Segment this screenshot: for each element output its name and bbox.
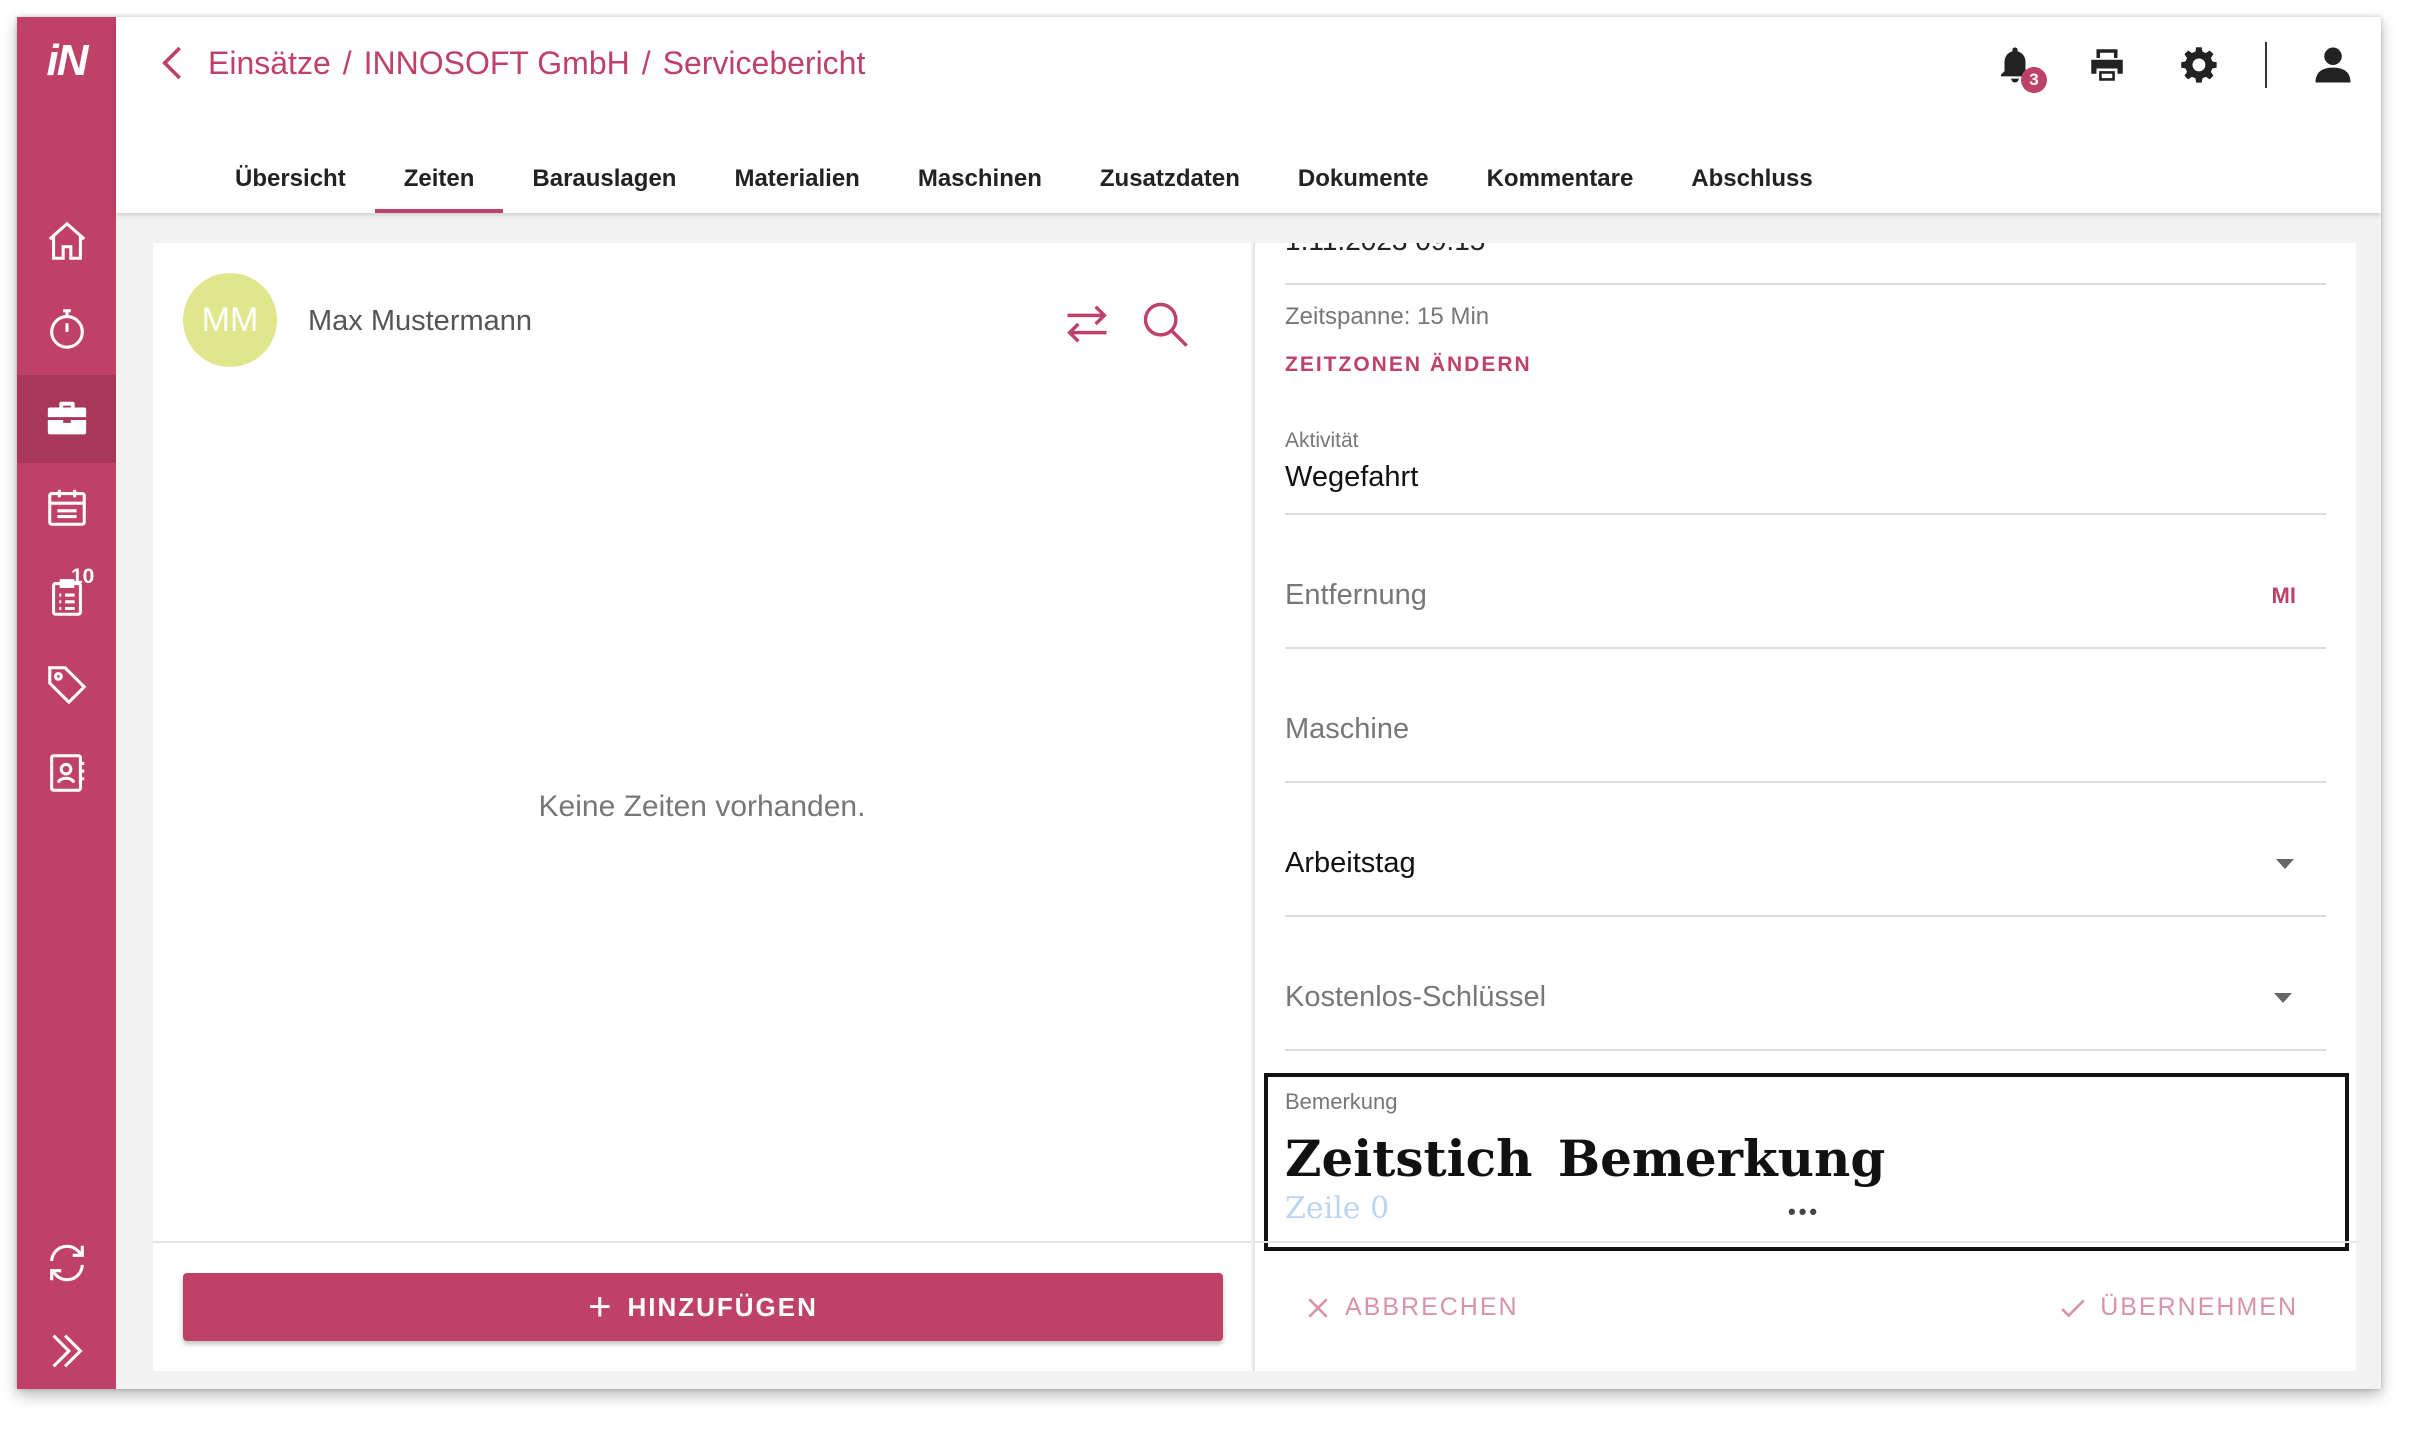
tab-dokumente[interactable]: Dokumente	[1269, 147, 1458, 213]
cancel-button[interactable]: ABBRECHEN	[1305, 1293, 1519, 1322]
sidebar-item-tags[interactable]	[17, 641, 116, 729]
home-icon	[48, 221, 85, 260]
app-window: iN 10 Einsätze / INNOSOFT GmbH / Service…	[17, 17, 2381, 1389]
calendar-icon	[47, 489, 86, 526]
avatar[interactable]: MM	[183, 273, 277, 367]
contact-book-icon	[49, 754, 84, 792]
change-timezones-link[interactable]: ZEITZONEN ÄNDERN	[1285, 353, 1532, 377]
tab-zusatzdaten[interactable]: Zusatzdaten	[1071, 147, 1269, 213]
tab-maschinen[interactable]: Maschinen	[889, 147, 1071, 213]
header-actions: 3	[1949, 39, 2359, 93]
machine-input[interactable]: Maschine	[1285, 713, 1409, 746]
remark-label: Bemerkung	[1285, 1089, 1398, 1114]
breadcrumb: Einsätze / INNOSOFT GmbH / Serviceberich…	[156, 43, 865, 83]
tab-bar: Übersicht Zeiten Barauslagen Materialien…	[206, 147, 1842, 213]
user-name: Max Mustermann	[308, 305, 533, 337]
print-button[interactable]	[2081, 39, 2133, 91]
remark-faded-text: Zeile 0	[1285, 1191, 1390, 1226]
user-icon	[2315, 47, 2351, 83]
sidebar-item-timer[interactable]	[17, 285, 116, 373]
tab-zeiten[interactable]: Zeiten	[374, 147, 504, 213]
sidebar-item-home[interactable]	[17, 197, 116, 285]
sidebar: iN 10	[17, 17, 116, 1389]
swap-arrows-icon[interactable]	[1061, 298, 1113, 350]
field-underline	[1285, 647, 2326, 649]
field-underline	[1285, 781, 2326, 783]
more-dots-icon[interactable]: •••	[1788, 1199, 1820, 1225]
sidebar-item-expand[interactable]	[17, 1307, 116, 1389]
user-menu-button[interactable]	[2307, 39, 2359, 91]
activity-label: Aktivität	[1285, 429, 1359, 452]
tab-barauslagen[interactable]: Barauslagen	[503, 147, 705, 213]
settings-button[interactable]	[2173, 39, 2225, 91]
sidebar-item-sync[interactable]	[17, 1219, 116, 1307]
notifications-button[interactable]: 3	[1989, 39, 2047, 93]
apply-button-label: ÜBERNEHMEN	[2100, 1293, 2298, 1321]
tab-uebersicht[interactable]: Übersicht	[206, 147, 375, 213]
breadcrumb-item-current: Servicebericht	[662, 44, 866, 81]
checkmark-icon	[2061, 1298, 2085, 1317]
field-underline	[1285, 513, 2326, 515]
breadcrumb-separator: /	[641, 44, 651, 81]
chevron-down-icon[interactable]	[2274, 993, 2292, 1003]
freekey-select[interactable]: Kostenlos-Schlüssel	[1285, 981, 1546, 1014]
briefcase-icon	[47, 401, 86, 435]
header-divider	[2265, 42, 2267, 88]
close-icon	[1308, 1297, 1328, 1318]
activity-field[interactable]: Wegefahrt	[1285, 461, 1418, 494]
add-button[interactable]: + HINZUFÜGEN	[183, 1273, 1223, 1341]
breadcrumb-item-einsaetze[interactable]: Einsätze	[208, 45, 331, 82]
sync-icon	[49, 1244, 84, 1282]
tab-kommentare[interactable]: Kommentare	[1458, 147, 1663, 213]
times-list-panel: MM Max Mustermann Keine Zeiten vorhanden…	[153, 243, 1251, 1371]
add-button-label: HINZUFÜGEN	[627, 1291, 818, 1322]
gear-icon	[2181, 47, 2217, 83]
sidebar-item-jobs[interactable]	[17, 375, 116, 463]
footer-divider	[153, 1241, 1251, 1243]
distance-unit-toggle[interactable]: MI	[2272, 583, 2296, 609]
stopwatch-icon	[49, 309, 84, 349]
remark-text[interactable]: Zeitstich Bemerkung	[1285, 1129, 1885, 1188]
list-actions	[1035, 298, 1191, 350]
header: Einsätze / INNOSOFT GmbH / Serviceberich…	[116, 17, 2381, 213]
tag-icon	[47, 666, 86, 705]
breadcrumb-separator: /	[342, 44, 352, 81]
chevron-down-icon[interactable]	[2276, 859, 2294, 869]
back-arrow-icon[interactable]	[156, 43, 190, 83]
apply-button[interactable]: ÜBERNEHMEN	[2060, 1293, 2298, 1322]
plus-icon: +	[588, 1285, 614, 1329]
tab-materialien[interactable]: Materialien	[705, 147, 888, 213]
empty-state-message: Keine Zeiten vorhanden.	[538, 790, 866, 823]
end-time-value[interactable]: 1.11.2023 09:15	[1285, 243, 1485, 257]
distance-input[interactable]: Entfernung	[1285, 579, 1427, 612]
expand-icon	[51, 1334, 83, 1368]
field-underline	[1285, 1049, 2326, 1051]
tab-abschluss[interactable]: Abschluss	[1662, 147, 1841, 213]
sidebar-item-contacts[interactable]	[17, 729, 116, 817]
footer-divider	[1255, 1241, 2356, 1243]
field-underline	[1285, 283, 2326, 285]
sidebar-item-calendar[interactable]	[17, 463, 116, 551]
breadcrumb-item-customer[interactable]: INNOSOFT GmbH	[364, 45, 630, 82]
duration-text: Zeitspanne: 15 Min	[1285, 303, 1490, 330]
sidebar-item-tasks[interactable]: 10	[17, 553, 116, 641]
app-logo[interactable]: iN	[17, 17, 116, 105]
search-icon[interactable]	[1139, 298, 1191, 350]
tasks-badge: 10	[71, 565, 95, 588]
cancel-button-label: ABBRECHEN	[1345, 1293, 1519, 1321]
field-underline	[1285, 915, 2326, 917]
printer-icon	[2091, 49, 2123, 81]
notification-badge: 3	[2021, 67, 2047, 93]
remark-field[interactable]: Bemerkung Zeitstich Bemerkung Zeile 0 ••…	[1264, 1073, 2349, 1251]
daytype-select[interactable]: Arbeitstag	[1285, 847, 1416, 880]
time-entry-form: 1.11.2023 09:15 Zeitspanne: 15 Min ZEITZ…	[1253, 243, 2356, 1371]
